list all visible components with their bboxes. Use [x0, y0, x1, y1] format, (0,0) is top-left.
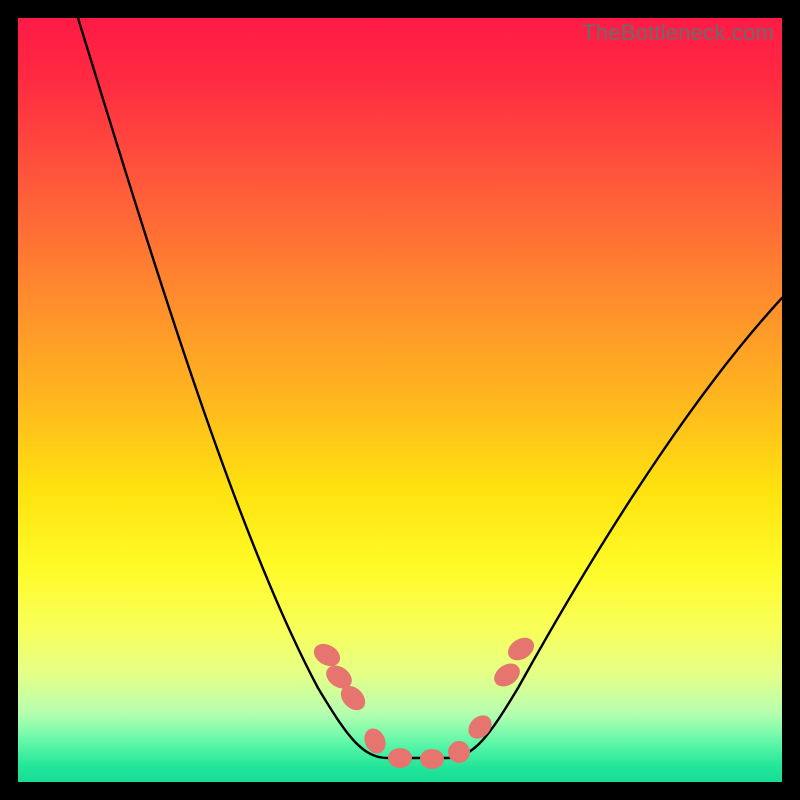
- beads-group: [310, 633, 538, 769]
- outer-frame: TheBottleneck.com: [0, 0, 800, 800]
- curve-svg: [18, 18, 782, 782]
- bead-marker: [360, 725, 389, 757]
- plot-area: TheBottleneck.com: [18, 18, 782, 782]
- bottleneck-curve: [78, 18, 782, 758]
- watermark-text: TheBottleneck.com: [582, 20, 774, 46]
- bead-marker: [388, 748, 412, 768]
- bead-marker: [464, 711, 497, 744]
- bead-marker: [445, 738, 473, 766]
- bead-marker: [310, 639, 344, 670]
- bead-marker: [420, 749, 444, 769]
